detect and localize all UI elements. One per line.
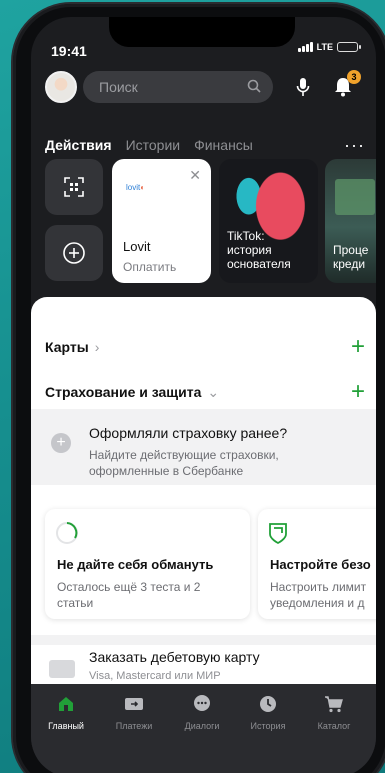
plus-circle-icon [63, 242, 85, 264]
cards-section-header[interactable]: Карты › + [45, 335, 365, 359]
plus-icon: + [51, 433, 71, 453]
chevron-down-icon: ⌄ [207, 383, 220, 400]
header: Поиск 3 [45, 68, 365, 106]
story-title: Lovit [123, 239, 151, 254]
debit-offer-subtitle: Visa, Mastercard или МИР [89, 670, 221, 682]
tab-bar: Действия Истории Финансы ··· [45, 136, 365, 154]
status-indicators: LTE [297, 42, 361, 52]
add-insurance-button[interactable]: + [351, 380, 365, 404]
story-title: Проце креди [333, 243, 368, 271]
story-card-lovit[interactable]: lovit◐ ✕ Lovit Оплатить [112, 159, 211, 283]
status-time: 19:41 [51, 43, 87, 59]
more-icon[interactable]: ··· [344, 136, 365, 154]
nav-history[interactable]: История [235, 694, 301, 731]
app-screen: 19:41 LTE Поиск 3 Действия Истории Финан… [31, 17, 376, 773]
card-icon [49, 660, 75, 678]
tab-stories[interactable]: Истории [126, 137, 181, 153]
story-title-line: история [227, 243, 272, 257]
nav-label: История [250, 721, 286, 731]
story-title-line: основателя [227, 257, 291, 271]
nav-label: Диалоги [184, 721, 220, 731]
tip-subtitle: Осталось ещё 3 теста и 2 статьи [57, 579, 247, 611]
nav-label: Каталог [317, 721, 351, 731]
search-input[interactable]: Поиск [83, 71, 273, 103]
nav-label: Главный [48, 721, 84, 731]
nav-catalog[interactable]: Каталог [301, 694, 367, 731]
tip-card-security[interactable]: Настройте безо Настроить лимит уведомлен… [258, 509, 376, 619]
payments-icon [123, 694, 145, 714]
close-icon[interactable]: ✕ [189, 167, 201, 184]
story-card-tiktok[interactable]: TikTok: история основателя [219, 159, 318, 283]
story-title: TikTok: история основателя [227, 229, 291, 271]
tip-title: Не дайте себя обмануть [57, 557, 214, 572]
cards-section-label: Карты [45, 339, 89, 355]
search-icon [247, 79, 261, 96]
debit-offer-title: Заказать дебетовую карту [89, 649, 260, 665]
tip-subtitle-line: Осталось ещё 3 теста и 2 [57, 580, 201, 594]
notifications-button[interactable]: 3 [333, 70, 361, 98]
nav-home[interactable]: Главный [33, 694, 99, 731]
signal-icon [297, 42, 313, 52]
tip-subtitle: Настроить лимит уведомления и д [270, 579, 376, 611]
story-title-line: креди [333, 257, 366, 271]
add-action-button[interactable] [45, 225, 103, 281]
notch [109, 17, 295, 47]
banner-title: Оформляли страховку ранее? [89, 425, 288, 441]
tips-carousel: Не дайте себя обмануть Осталось ещё 3 те… [45, 509, 376, 619]
chevron-right-icon: › [94, 339, 100, 355]
clock-icon [257, 694, 279, 714]
search-placeholder: Поиск [99, 79, 138, 95]
story-card-credit[interactable]: Проце креди [325, 159, 376, 283]
tip-subtitle-line: статьи [57, 596, 94, 610]
microphone-icon[interactable] [293, 76, 313, 98]
bottom-nav: Главный Платежи Диалоги История Каталог [31, 684, 376, 773]
insurance-section-label: Страхование и защита [45, 384, 202, 400]
nav-label: Платежи [115, 721, 153, 731]
section-divider [31, 635, 376, 645]
tip-card-fraud[interactable]: Не дайте себя обмануть Осталось ещё 3 те… [45, 509, 250, 619]
qr-scan-icon [64, 177, 84, 197]
progress-ring-icon [55, 521, 79, 550]
insurance-banner[interactable]: + Оформляли страховку ранее? Найдите дей… [31, 409, 376, 485]
story-title-line: TikTok: [227, 229, 265, 243]
cart-icon [323, 694, 345, 714]
banner-subtitle: Найдите действующие страховки, оформленн… [89, 448, 279, 478]
shield-icon [268, 521, 288, 550]
stories-row: lovit◐ ✕ Lovit Оплатить TikTok: история … [45, 159, 376, 283]
nav-payments[interactable]: Платежи [101, 694, 167, 731]
tip-title: Настройте безо [270, 557, 371, 572]
network-label: LTE [316, 42, 333, 52]
home-icon [55, 694, 77, 714]
tip-subtitle-line: уведомления и д [270, 596, 365, 610]
tip-subtitle-line: Настроить лимит [270, 580, 367, 594]
content-sheet: Карты › + Страхование и защита ⌄ + + Офо… [31, 297, 376, 687]
story-subtitle: Оплатить [123, 260, 177, 274]
insurance-section-header[interactable]: Страхование и защита ⌄ + [45, 380, 365, 404]
debit-card-offer[interactable]: Заказать дебетовую карту Visa, Mastercar… [45, 649, 365, 689]
chat-icon [191, 694, 213, 714]
avatar[interactable] [45, 71, 77, 103]
add-card-button[interactable]: + [351, 335, 365, 359]
battery-icon [337, 42, 361, 52]
qr-scan-button[interactable] [45, 159, 103, 215]
nav-dialogs[interactable]: Диалоги [169, 694, 235, 731]
tab-finance[interactable]: Финансы [194, 137, 253, 153]
notification-badge: 3 [347, 70, 361, 84]
tab-actions[interactable]: Действия [45, 137, 112, 153]
lovit-logo: lovit◐ [126, 183, 146, 192]
story-title-line: Проце [333, 243, 369, 257]
